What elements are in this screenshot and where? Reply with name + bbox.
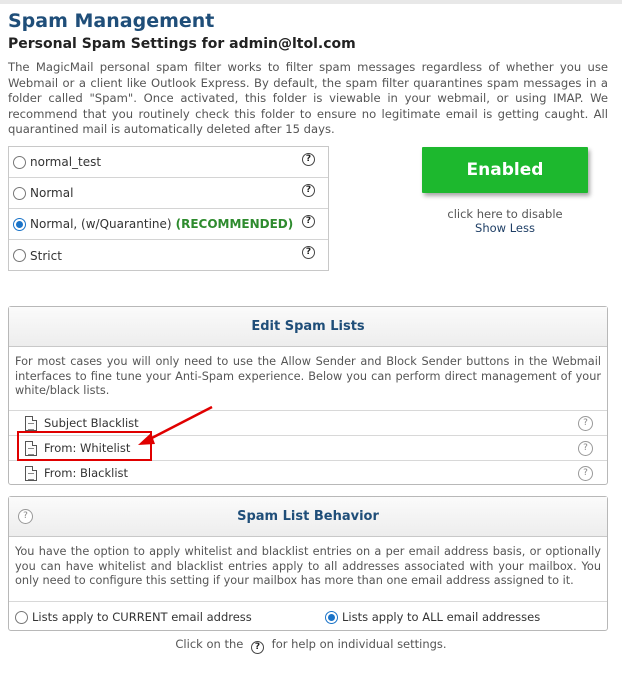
panel-description: For most cases you will only need to use…	[15, 355, 601, 397]
scope-option-current[interactable]: Lists apply to CURRENT email address	[11, 610, 252, 624]
help-icon[interactable]: ?	[578, 466, 593, 481]
footer-text-after: for help on individual settings.	[271, 637, 447, 651]
scope-option-label: Lists apply to ALL email addresses	[342, 610, 541, 624]
help-icon[interactable]: ?	[578, 441, 593, 456]
document-icon	[25, 415, 37, 431]
filter-level-table: normal_test ? Normal ? Normal, (w/Quaran…	[8, 146, 329, 271]
panel-title: Edit Spam Lists	[251, 319, 365, 334]
help-icon: ?	[250, 641, 264, 654]
help-icon[interactable]: ?	[302, 184, 315, 197]
filter-option-strict[interactable]: Strict ?	[9, 240, 328, 271]
top-border	[0, 0, 622, 4]
scope-option-all[interactable]: Lists apply to ALL email addresses	[321, 610, 540, 624]
panel-title: Spam List Behavior	[237, 509, 379, 524]
help-icon[interactable]: ?	[578, 416, 593, 431]
help-icon[interactable]: ?	[302, 215, 315, 228]
filter-option-normal-test[interactable]: normal_test ?	[9, 147, 328, 178]
scope-options-row: Lists apply to CURRENT email address Lis…	[9, 601, 607, 631]
help-icon[interactable]: ?	[18, 509, 33, 524]
list-item-from-blacklist[interactable]: From: Blacklist ?	[9, 460, 607, 485]
radio-strict[interactable]	[13, 249, 26, 262]
intro-text: The MagicMail personal spam filter works…	[8, 60, 608, 136]
document-icon	[25, 465, 37, 481]
radio-normal-test[interactable]	[13, 155, 26, 169]
panel-description: You have the option to apply whitelist a…	[15, 545, 601, 587]
recommended-badge: (RECOMMENDED)	[175, 217, 294, 231]
list-item-label[interactable]: Subject Blacklist	[44, 416, 139, 430]
filter-option-label: Normal	[30, 186, 74, 200]
enabled-toggle-button[interactable]: Enabled	[422, 147, 588, 193]
radio-normal[interactable]	[13, 186, 26, 200]
help-icon[interactable]: ?	[302, 246, 315, 259]
help-icon[interactable]: ?	[302, 153, 315, 166]
radio-all-addresses[interactable]	[325, 610, 338, 624]
radio-normal-quarantine[interactable]	[13, 217, 26, 231]
show-less-link[interactable]: Show Less	[422, 221, 588, 235]
panel-header: Edit Spam Lists	[9, 307, 607, 347]
filter-option-normal-quarantine[interactable]: Normal, (w/Quarantine) (RECOMMENDED) ?	[9, 209, 328, 240]
footer-help-note: Click on the ? for help on individual se…	[0, 637, 622, 654]
annotation-highlight-box	[17, 431, 152, 461]
panel-header: ? Spam List Behavior	[9, 497, 607, 537]
filter-option-label: Normal, (w/Quarantine)	[30, 217, 172, 231]
filter-option-label: normal_test	[30, 155, 102, 169]
footer-text-before: Click on the	[175, 637, 244, 651]
scope-option-label: Lists apply to CURRENT email address	[32, 610, 252, 624]
list-item-label[interactable]: From: Blacklist	[44, 466, 128, 480]
spam-list-behavior-panel: ? Spam List Behavior You have the option…	[8, 496, 608, 631]
filter-option-normal[interactable]: Normal ?	[9, 178, 328, 209]
radio-current-address[interactable]	[15, 610, 28, 624]
filter-option-label: Strict	[30, 248, 62, 263]
page-subtitle: Personal Spam Settings for admin@ltol.co…	[8, 36, 356, 52]
disable-hint: click here to disable	[447, 207, 563, 221]
page-title: Spam Management	[8, 10, 215, 32]
